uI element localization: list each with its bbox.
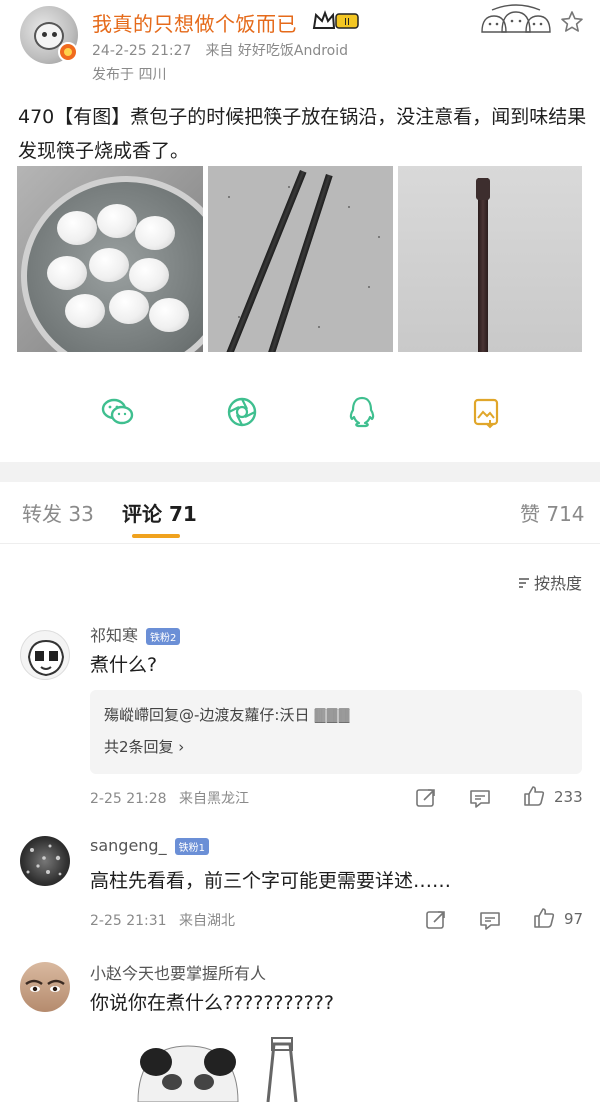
wechat-icon[interactable] (98, 392, 138, 432)
bun (47, 256, 87, 290)
bun (57, 211, 97, 245)
post-text: 470【有图】煮包子的时候把筷子放在锅沿，没注意看，闻到味结果发现筷子烧成香了。 (18, 106, 587, 162)
reply-icon[interactable] (468, 786, 492, 810)
sort-label: 按热度 (533, 574, 582, 593)
fan-badge: 铁粉1 (174, 838, 209, 855)
comment-time: 2-25 21:28 (90, 791, 167, 807)
comment-avatar[interactable] (20, 962, 70, 1012)
fan-badge: 铁粉2 (146, 628, 181, 645)
sort-row: 按热度 (0, 544, 600, 614)
post-source: 来自 好好吃饭Android (205, 43, 349, 59)
like-icon[interactable] (532, 906, 556, 930)
post-location: 发布于 四川 (92, 67, 167, 83)
post-image-chopsticks[interactable] (208, 166, 393, 352)
level-crown-icon: II (312, 10, 359, 29)
burnt-chopstick (478, 178, 488, 352)
like-count: 233 (554, 788, 583, 806)
repost-icon[interactable] (414, 786, 438, 810)
reply-preview-text: 殤嵷嵽回复@-边渡友蘿仔:沃日 🀫🀫🀫 (104, 706, 351, 724)
meme-image[interactable] (118, 1024, 318, 1102)
comment-author[interactable]: sangeng_ 铁粉1 (90, 836, 209, 855)
like-icon[interactable] (522, 784, 546, 808)
post-username[interactable]: 我真的只想做个饭而已 (92, 8, 297, 37)
mascot-decoration-icon (481, 4, 551, 33)
comment-avatar[interactable] (20, 836, 70, 886)
bun (109, 290, 149, 324)
level-badge-text: II (344, 17, 350, 28)
favorite-star-icon[interactable] (560, 10, 584, 34)
tab-comments[interactable]: 评论 71 (122, 498, 197, 527)
bun (65, 294, 105, 328)
active-tab-indicator (132, 534, 180, 538)
comment-author-name[interactable]: 小赵今天也要掌握所有人 (90, 960, 266, 984)
post-image-burnt-chopstick[interactable] (398, 166, 582, 352)
comment-text: 煮什么? (90, 654, 158, 676)
section-divider (0, 462, 600, 482)
avatar-eye-right (52, 32, 57, 37)
comment-author-name: 祁知寒 (90, 626, 139, 645)
save-image-icon[interactable] (466, 392, 506, 432)
comment-author[interactable]: 祁知寒 铁粉2 (90, 622, 181, 646)
avatar-doodle-icon (27, 639, 65, 677)
moments-icon[interactable] (222, 392, 262, 432)
comment-location: 来自黑龙江 (179, 791, 250, 807)
avatar-face-icon (25, 979, 65, 992)
sort-by-heat-button[interactable]: 按热度 (517, 570, 582, 594)
burnt-tip (476, 178, 490, 200)
comment-text: 高柱先看看，前三个字可能更需要详述…… (90, 870, 452, 892)
bun (135, 216, 175, 250)
comment-item: sangeng_ 铁粉1 高柱先看看，前三个字可能更需要详述…… 2-25 21:… (0, 828, 600, 946)
post-tabs: 转发 33 评论 71 赞 714 (0, 482, 600, 544)
qq-icon[interactable] (342, 392, 382, 432)
share-row (0, 392, 600, 442)
reply-preview-box[interactable]: 殤嵷嵽回复@-边渡友蘿仔:沃日 🀫🀫🀫 共2条回复 › (90, 690, 582, 774)
comment-meta: 2-25 21:28 来自黑龙江 (90, 788, 249, 808)
bun (129, 258, 169, 292)
comment-location: 来自湖北 (179, 913, 236, 929)
bun (149, 298, 189, 332)
reply-icon[interactable] (478, 908, 502, 932)
comment-item: 祁知寒 铁粉2 煮什么? 殤嵷嵽回复@-边渡友蘿仔:沃日 🀫🀫🀫 共2条回复 › … (0, 614, 600, 824)
repost-icon[interactable] (424, 908, 448, 932)
post-image-buns[interactable] (17, 166, 203, 352)
tab-likes[interactable]: 赞 714 (520, 498, 585, 527)
post-meta: 24-2-25 21:27 来自 好好吃饭Android (92, 40, 362, 60)
chopstick (217, 170, 307, 352)
comment-time: 2-25 21:31 (90, 913, 167, 929)
like-count: 97 (564, 910, 584, 928)
bun (89, 248, 129, 282)
comment-text: 你说你在煮什么??????????? (90, 992, 334, 1014)
reply-count-link[interactable]: 共2条回复 › (104, 736, 184, 757)
comment-author-name: sangeng_ (90, 836, 167, 855)
avatar-eye-left (42, 32, 47, 37)
vip-badge (58, 42, 78, 62)
post-timestamp: 24-2-25 21:27 (92, 43, 192, 59)
weibo-post: 我真的只想做个饭而已 II 24-2-25 21:27 来自 好好吃饭Androi… (0, 0, 600, 462)
comment-meta: 2-25 21:31 来自湖北 (90, 910, 235, 930)
avatar-texture-icon (26, 844, 62, 876)
bun (97, 204, 137, 238)
comment-avatar[interactable] (20, 630, 70, 680)
tab-repost[interactable]: 转发 33 (22, 498, 94, 527)
sort-icon (518, 578, 529, 588)
